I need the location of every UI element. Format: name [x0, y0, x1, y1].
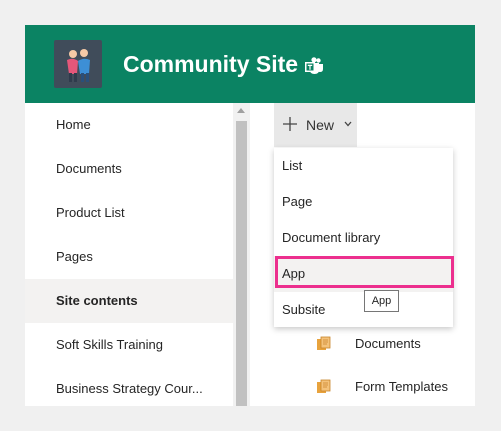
sidebar-item-pages[interactable]: Pages — [25, 235, 233, 279]
document-library-icon — [317, 336, 331, 350]
new-button[interactable]: New — [274, 103, 357, 147]
chevron-down-icon — [344, 121, 352, 127]
scroll-up-arrow-icon[interactable] — [237, 108, 245, 113]
list-item-label[interactable]: Form Templates — [355, 367, 448, 406]
sidebar-item-soft-skills-training[interactable]: Soft Skills Training — [25, 323, 233, 367]
new-button-label: New — [306, 117, 335, 133]
left-navigation: Home Documents Product List Pages Site c… — [25, 103, 233, 406]
sidebar-item-product-list[interactable]: Product List — [25, 191, 233, 235]
highlight-annotation — [275, 256, 454, 288]
people-icon — [67, 49, 90, 82]
menu-item-document-library[interactable]: Document library — [274, 220, 453, 256]
menu-item-page[interactable]: Page — [274, 184, 453, 220]
list-item[interactable]: Documents — [250, 324, 475, 364]
plus-icon — [283, 117, 297, 131]
site-title[interactable]: Community Site — [123, 48, 298, 80]
menu-item-list[interactable]: List — [274, 148, 453, 184]
tooltip: App — [364, 290, 399, 312]
teams-icon[interactable] — [304, 56, 324, 76]
sidebar-item-business-strategy[interactable]: Business Strategy Cour... — [25, 367, 233, 406]
sidebar-item-home[interactable]: Home — [25, 103, 233, 147]
sidebar-item-site-contents[interactable]: Site contents — [25, 279, 233, 323]
sidebar-item-documents[interactable]: Documents — [25, 147, 233, 191]
document-library-icon — [317, 379, 331, 393]
site-logo[interactable] — [54, 40, 102, 88]
site-header: Community Site — [25, 25, 475, 103]
list-item[interactable]: Form Templates — [250, 367, 475, 406]
scrollbar-thumb[interactable] — [236, 121, 247, 406]
list-item-label[interactable]: Documents — [355, 324, 421, 364]
sidebar-scrollbar[interactable] — [233, 103, 250, 406]
